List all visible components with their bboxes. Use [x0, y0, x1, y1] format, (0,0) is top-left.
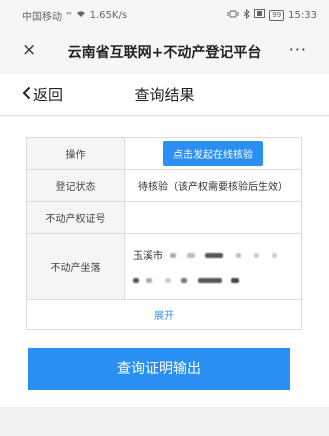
query-certificate-button[interactable]: 查询证明输出 [28, 348, 290, 390]
redacted-text [230, 278, 239, 283]
row-value-operation: 点击发起在线核验 [124, 137, 302, 170]
redacted-text [170, 253, 177, 258]
bluetooth-icon [243, 8, 251, 22]
row-label-operation: 操作 [26, 137, 125, 170]
page-title: 查询结果 [134, 86, 195, 104]
row-label-cert-no: 不动产权证号 [26, 201, 125, 234]
address-box: 玉溪市 [125, 241, 301, 293]
redacted-text [197, 278, 222, 283]
app-title: 云南省互联网+不动产登记平台 [67, 45, 262, 61]
expand-link[interactable]: 展开 [26, 299, 302, 330]
clock: 15:33 [288, 9, 317, 21]
start-verify-button[interactable]: 点击发起在线核验 [163, 141, 263, 166]
row-label-status: 登记状态 [26, 169, 125, 202]
table-row: 操作 点击发起在线核验 [26, 137, 302, 170]
redacted-text [235, 253, 241, 258]
table-row: 登记状态 待核验（该产权需要核验后生效） [26, 169, 302, 202]
signal-icon: ⁴⁶ [66, 11, 72, 19]
row-value-cert-no [124, 201, 302, 234]
nfc-icon [254, 9, 266, 21]
carrier-label: 中国移动 [22, 11, 62, 23]
status-bar: 中国移动 ⁴⁶ 1.65K/s 99 15:33 [0, 0, 329, 30]
footer-strip [0, 407, 329, 436]
result-table: 操作 点击发起在线核验 登记状态 待核验（该产权需要核验后生效） 不动产权证号 … [26, 137, 302, 330]
table-row: 展开 [26, 299, 302, 330]
wifi-icon [76, 10, 86, 21]
row-label-location: 不动产坐落 [26, 233, 125, 300]
table-row: 不动产权证号 [26, 201, 302, 234]
more-options-icon[interactable]: ··· [289, 40, 307, 59]
network-speed: 1.65K/s [89, 9, 128, 21]
redacted-text [272, 253, 278, 258]
redacted-text [146, 278, 153, 283]
redacted-text [187, 253, 196, 258]
redacted-text [165, 278, 172, 283]
redacted-text [253, 253, 259, 258]
address-line-1: 玉溪市 [133, 247, 293, 262]
row-value-status: 待核验（该产权需要核验后生效） [124, 169, 302, 202]
nav-bar: × 云南省互联网+不动产登记平台 ··· [0, 30, 329, 74]
table-row: 不动产坐落 玉溪市 [26, 233, 302, 300]
battery-icon: 99 [269, 9, 285, 21]
vibrate-icon [227, 10, 239, 21]
status-left: 中国移动 ⁴⁶ 1.65K/s [22, 8, 127, 23]
redacted-text [204, 253, 223, 258]
status-right: 99 15:33 [227, 8, 317, 22]
address-prefix: 玉溪市 [133, 250, 163, 262]
page-header: 返回 查询结果 [0, 74, 329, 116]
address-line-2 [133, 276, 293, 287]
row-value-location: 玉溪市 [124, 233, 302, 300]
redacted-text [180, 278, 187, 283]
battery-level: 99 [269, 9, 285, 21]
redacted-text [133, 278, 139, 283]
